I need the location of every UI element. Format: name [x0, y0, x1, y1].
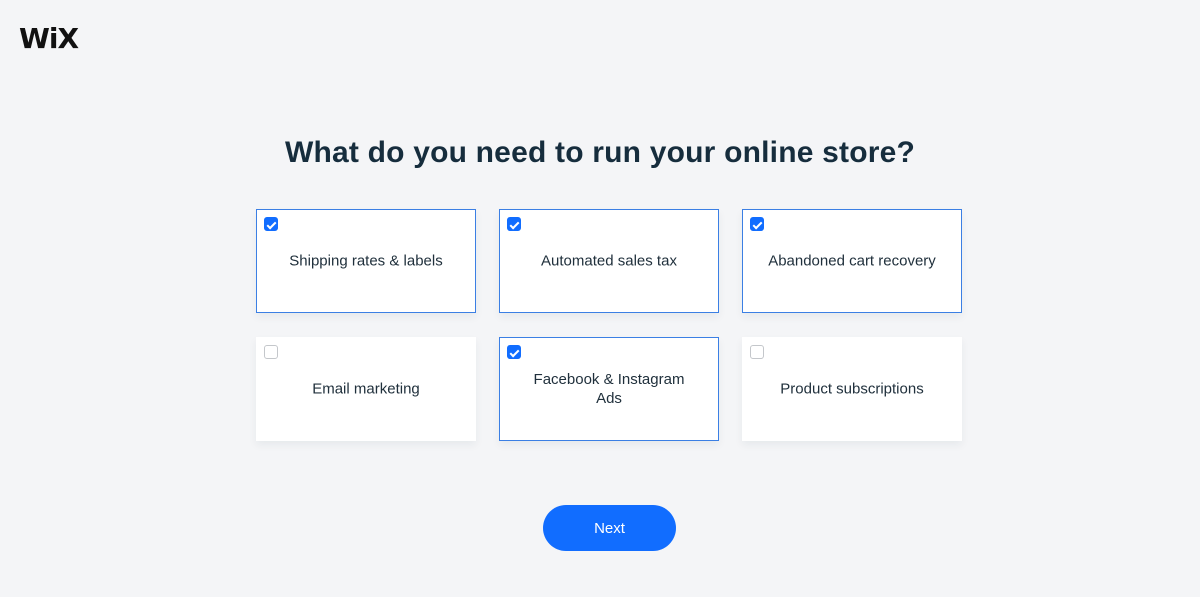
option-label: Product subscriptions	[780, 380, 924, 398]
checkbox[interactable]	[264, 217, 278, 231]
checkbox[interactable]	[750, 345, 764, 359]
page-title: What do you need to run your online stor…	[284, 136, 916, 169]
checkbox[interactable]	[264, 345, 278, 359]
option-card-sales-tax[interactable]: Automated sales tax	[499, 209, 719, 313]
option-card-social-ads[interactable]: Facebook & Instagram Ads	[499, 337, 719, 441]
option-label: Email marketing	[312, 380, 420, 398]
checkbox[interactable]	[507, 345, 521, 359]
option-card-subscriptions[interactable]: Product subscriptions	[742, 337, 962, 441]
option-label: Abandoned cart recovery	[768, 252, 936, 270]
wix-logo: WiX	[19, 22, 79, 55]
option-label: Facebook & Instagram Ads	[533, 371, 685, 407]
checkbox[interactable]	[507, 217, 521, 231]
option-card-email-marketing[interactable]: Email marketing	[256, 337, 476, 441]
next-button[interactable]: Next	[543, 505, 676, 551]
option-card-shipping[interactable]: Shipping rates & labels	[256, 209, 476, 313]
checkbox[interactable]	[750, 217, 764, 231]
option-label: Automated sales tax	[541, 252, 677, 270]
option-card-abandoned-cart[interactable]: Abandoned cart recovery	[742, 209, 962, 313]
option-label: Shipping rates & labels	[289, 252, 443, 270]
